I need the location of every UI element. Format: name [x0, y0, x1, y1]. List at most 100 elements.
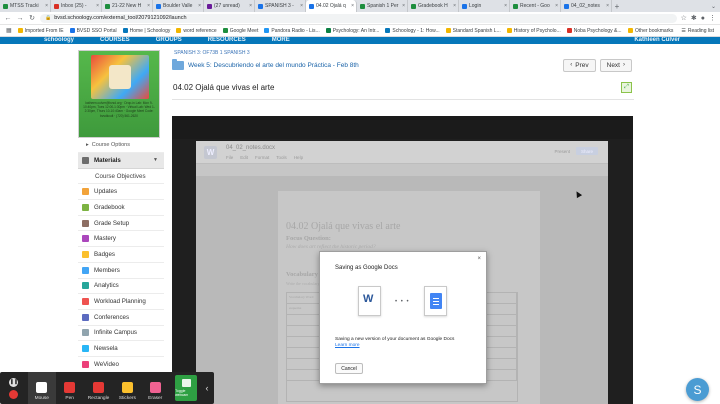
bookmark-label: Pandora Radio - Lis...	[271, 27, 320, 34]
reload-icon[interactable]: ↻	[28, 14, 36, 22]
close-icon[interactable]: ×	[477, 256, 481, 262]
word-menu-item[interactable]: Format	[255, 155, 269, 160]
bookmark-item[interactable]: Imported From IE	[17, 28, 64, 34]
browser-tab[interactable]: SPANISH 3 - ×	[255, 0, 306, 12]
tab-label: 21-22 New H	[112, 3, 142, 9]
close-icon[interactable]: ×	[96, 3, 99, 9]
profile-icon[interactable]: ●	[701, 15, 705, 22]
stop-icon[interactable]	[9, 389, 19, 399]
apps-icon[interactable]: ▦	[6, 27, 12, 34]
url-input[interactable]: 🔒 bvsd.schoology.com/external_tool/20791…	[40, 13, 677, 23]
sidebar-item[interactable]: Mastery	[78, 231, 164, 248]
bookmark-item[interactable]: Noba Psychology &...	[566, 28, 622, 34]
close-icon[interactable]: ×	[402, 3, 405, 9]
star-icon[interactable]: ☆	[681, 14, 687, 22]
prev-button[interactable]: ‹ Prev	[563, 58, 596, 72]
learn-more-link[interactable]: Learn more	[335, 343, 360, 348]
reading-list[interactable]: ☰ Reading list	[681, 28, 714, 34]
close-icon[interactable]: ×	[351, 3, 354, 9]
bookmark-item[interactable]: Psychology: An Intr...	[325, 28, 379, 34]
sidebar-item[interactable]: Updates	[78, 184, 164, 201]
sidebar-item[interactable]: Badges	[78, 247, 164, 263]
sidebar-item[interactable]: Members	[78, 263, 164, 279]
nav-item[interactable]: GROUPS	[156, 37, 182, 43]
browser-tab[interactable]: Gradebook H ×	[408, 0, 459, 12]
nav-item[interactable]: schoology	[44, 37, 74, 43]
other-bookmarks[interactable]: Other bookmarks	[628, 28, 673, 34]
bookmark-item[interactable]: Home | Schoology	[122, 28, 170, 34]
annotation-tool-rectangle[interactable]: Rectangle	[84, 372, 114, 404]
close-icon[interactable]: ×	[198, 3, 201, 9]
browser-tab[interactable]: MTSS Tracki ×	[0, 0, 51, 12]
course-options-toggle[interactable]: ▸ Course Options	[78, 142, 164, 148]
sidebar-item[interactable]: Grade Setup	[78, 216, 164, 232]
sidebar-item[interactable]: WeVideo	[78, 357, 164, 373]
bookmark-item[interactable]: Standard Spanish L...	[445, 28, 501, 34]
close-icon[interactable]: ×	[147, 3, 150, 9]
present-button[interactable]: Present	[554, 149, 570, 154]
close-icon[interactable]: ×	[249, 3, 252, 9]
collapse-toolbar-icon[interactable]: ‹	[200, 372, 214, 404]
user-menu[interactable]: Kathleen Culver	[634, 37, 720, 43]
cancel-button[interactable]: Cancel	[335, 363, 363, 374]
bookmark-item[interactable]: BVSD SSO Portal	[69, 28, 117, 34]
browser-tab[interactable]: 21-22 New H ×	[102, 0, 153, 12]
browser-tab[interactable]: Boulder Valle ×	[153, 0, 204, 12]
forward-icon[interactable]: →	[16, 15, 24, 22]
close-icon[interactable]: ×	[606, 3, 609, 9]
fullscreen-icon[interactable]: ⤢	[621, 81, 632, 93]
close-icon[interactable]: ×	[555, 3, 558, 9]
next-button[interactable]: Next ›	[599, 58, 632, 72]
new-tab-button[interactable]: +	[612, 0, 622, 12]
browser-tab[interactable]: Recent - Goo ×	[510, 0, 561, 12]
annotation-tool-eraser[interactable]: Eraser	[141, 372, 169, 404]
sidebar-item[interactable]: Analytics	[78, 279, 164, 295]
browser-tab[interactable]: (27 unread) ×	[204, 0, 255, 12]
annotation-tool-stickers[interactable]: Stickers	[113, 372, 141, 404]
nav-item[interactable]: RESOURCES	[208, 37, 246, 43]
word-menu-item[interactable]: File	[226, 155, 233, 160]
close-icon[interactable]: ×	[45, 3, 48, 9]
pause-icon[interactable]: ❚❚	[9, 377, 19, 387]
sidebar-item[interactable]: Gradebook	[78, 200, 164, 216]
browser-tab[interactable]: Login ×	[459, 0, 510, 12]
annotation-tool-pen[interactable]: Pen	[56, 372, 84, 404]
sidebar-item-icon	[82, 282, 89, 290]
week-folder-title[interactable]: Week 5: Descubriendo el arte del mundo P…	[188, 62, 359, 69]
back-icon[interactable]: ←	[4, 15, 12, 22]
close-icon[interactable]: ×	[453, 3, 456, 9]
menu-icon[interactable]: ⋮	[709, 14, 716, 22]
bookmark-item[interactable]: Schoology - 1: How...	[385, 28, 440, 34]
word-menu-item[interactable]: Tools	[276, 155, 287, 160]
tab-label: Spanish 1 Per	[367, 3, 399, 9]
sidebar-item[interactable]: Conferences	[78, 310, 164, 326]
sidebar-item[interactable]: Infinite Campus	[78, 326, 164, 342]
bookmark-item[interactable]: word reference	[176, 28, 217, 34]
help-fab-button[interactable]: S	[686, 378, 709, 401]
chevron-down-icon[interactable]: ⌄	[711, 3, 716, 10]
browser-tab[interactable]: Spanish 1 Per ×	[357, 0, 408, 12]
breadcrumb[interactable]: SPANISH 3: OF73B 1 SPANISH 3	[174, 50, 634, 56]
formatting-toolbar[interactable]	[196, 163, 608, 176]
sidebar-item[interactable]: Workload Planning	[78, 294, 164, 310]
sidebar-item-materials[interactable]: Materials ▼	[78, 153, 164, 169]
word-menu-item[interactable]: Help	[294, 155, 303, 160]
close-icon[interactable]: ×	[300, 3, 303, 9]
extensions-icon[interactable]: ✱	[691, 14, 697, 22]
bookmark-item[interactable]: History of Psycholo...	[506, 28, 561, 34]
close-icon[interactable]: ×	[504, 3, 507, 9]
bookmark-item[interactable]: Pandora Radio - Lis...	[264, 27, 320, 34]
sidebar-item[interactable]: Course Objectives	[78, 169, 164, 185]
word-menu-item[interactable]: Edit	[240, 155, 248, 160]
document-name[interactable]: 04_02_notes.docx	[226, 145, 275, 151]
browser-tab[interactable]: Inbox (25) - ×	[51, 0, 102, 12]
sidebar-item[interactable]: Newsela	[78, 341, 164, 357]
nav-item[interactable]: COURSES	[100, 37, 130, 43]
browser-tab[interactable]: 04.02 Ojalá q ×	[306, 0, 357, 12]
annotation-tool-mouse[interactable]: Mouse	[27, 372, 56, 404]
nav-item[interactable]: MORE	[272, 37, 290, 43]
bookmark-item[interactable]: Google Meet	[222, 28, 258, 34]
webcam-toggle-button[interactable]: Toggle webcam	[175, 375, 198, 401]
share-button[interactable]: Share	[576, 147, 598, 155]
browser-tab[interactable]: 04_02_notes ×	[561, 0, 612, 12]
